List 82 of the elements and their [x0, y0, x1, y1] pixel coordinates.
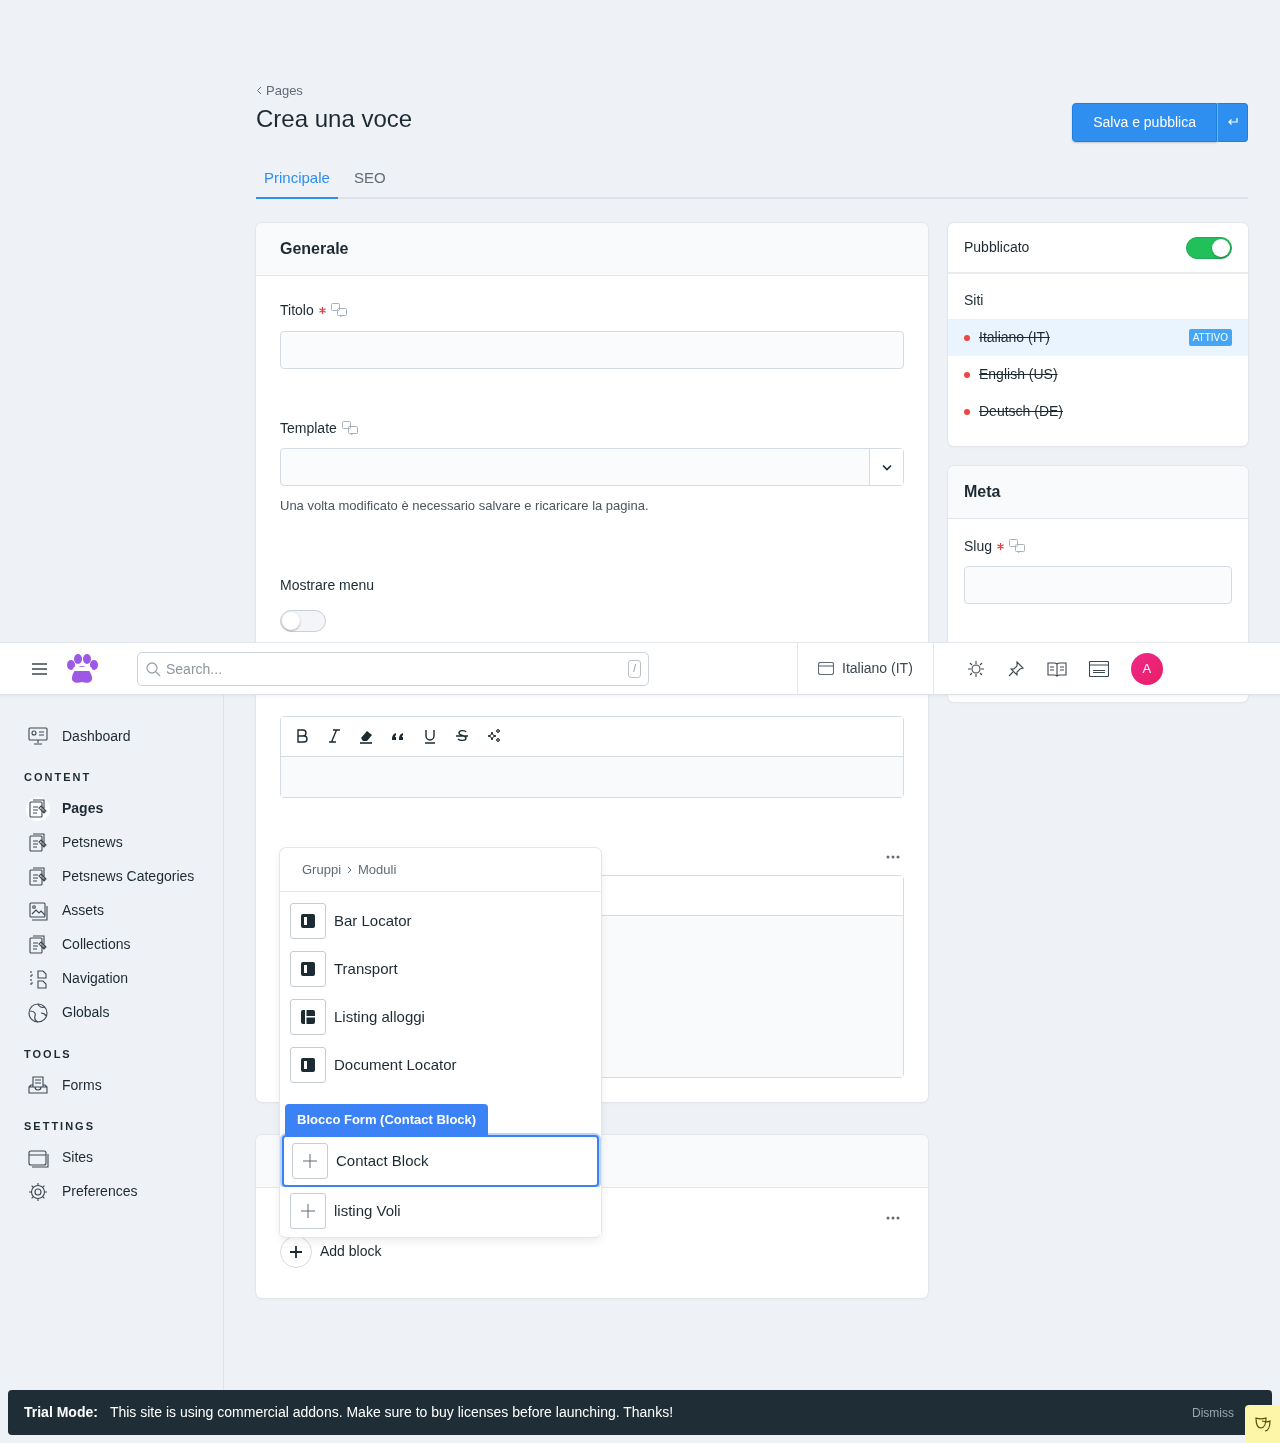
more-icon[interactable]	[886, 854, 900, 859]
column-block-icon	[300, 1057, 316, 1073]
sidebar-item[interactable]: Collections	[24, 927, 131, 962]
slug-input[interactable]	[964, 566, 1232, 605]
chevron-down-icon	[881, 463, 892, 471]
sidebar-item[interactable]: Petsnews Categories	[24, 859, 195, 894]
inbox-icon	[27, 1074, 49, 1096]
site-name: Deutsch (DE)	[979, 402, 1064, 422]
document-edit-icon	[27, 933, 49, 956]
status-badge: ATTIVO	[1188, 329, 1232, 347]
text-input[interactable]	[280, 331, 904, 370]
section-title: Meta	[964, 482, 1001, 503]
breadcrumb-item[interactable]: Moduli	[358, 859, 397, 880]
site-item[interactable]: Italiano (IT) ATTIVO	[948, 319, 1248, 357]
sidebar-item[interactable]: Navigation	[24, 961, 129, 996]
column-block-icon	[300, 913, 316, 929]
sidebar-item[interactable]: Globals	[24, 995, 110, 1030]
block-option[interactable]: Document Locator	[280, 1041, 601, 1089]
block-option[interactable]: Listing alloggi	[280, 993, 601, 1041]
plus-icon	[290, 1245, 302, 1258]
column-block-icon	[300, 961, 316, 977]
plus-icon	[302, 1153, 318, 1169]
sites-heading: Siti	[963, 291, 985, 311]
field-label: Mostrare menu	[280, 575, 375, 595]
published-label: Pubblicato	[964, 238, 1030, 258]
field-label: Titolo	[280, 301, 314, 321]
sidebar-item[interactable]: Assets	[24, 893, 104, 928]
field-label: Slug	[964, 537, 993, 557]
banner-title: Trial Mode:	[24, 1403, 98, 1422]
help-text: Una volta modificato è necessario salvare e ricaricare la pagina.	[280, 497, 650, 516]
chevron-icon	[347, 865, 353, 874]
breadcrumb-item[interactable]: Gruppi	[302, 859, 342, 880]
browser-icon	[818, 662, 834, 675]
sidebar-item[interactable]: Sites	[24, 1140, 94, 1175]
sidebar-item[interactable]: Dashboard	[24, 719, 131, 753]
image-icon	[27, 899, 49, 922]
mask-icon[interactable]	[1245, 1405, 1280, 1443]
section-heading: TOOLS	[24, 1046, 73, 1062]
banner-message: This site is using commercial addons. Make sure to buy licenses before launching. Thanks!	[109, 1403, 674, 1422]
menu-icon[interactable]	[32, 662, 47, 675]
document-edit-icon	[27, 831, 49, 854]
paw-logo[interactable]	[64, 652, 100, 685]
breadcrumb-link[interactable]: Pages	[256, 80, 303, 101]
grid-block-icon	[300, 1009, 316, 1025]
tab[interactable]: SEO	[345, 160, 394, 200]
monitor-icon	[27, 725, 49, 747]
tooltip: Blocco Form (Contact Block)	[285, 1104, 489, 1136]
site-item[interactable]: English (US)	[948, 356, 1248, 394]
block-option[interactable]: Bar Locator	[280, 897, 601, 945]
site-item[interactable]: Deutsch (DE)	[948, 393, 1248, 431]
book-icon[interactable]	[1046, 660, 1067, 677]
chevron-icon	[256, 86, 262, 95]
pin-icon[interactable]	[1006, 659, 1025, 678]
block-option[interactable]: Contact Block	[282, 1135, 599, 1187]
plus-icon	[300, 1203, 316, 1219]
globe-icon	[27, 1001, 49, 1024]
site-selector[interactable]: Italiano (IT)	[798, 642, 933, 695]
page-title: Crea una voce	[256, 105, 413, 134]
section-heading: SETTINGS	[24, 1119, 96, 1134]
shortcut-key: /	[628, 659, 641, 678]
gear-icon	[27, 1180, 49, 1203]
site-name: English (US)	[979, 365, 1058, 385]
sitemap-icon	[27, 967, 49, 990]
search-icon	[146, 661, 161, 677]
menu-toggle[interactable]	[280, 609, 326, 632]
dismiss-button[interactable]: Dismiss	[1186, 1402, 1240, 1423]
block-option[interactable]: Transport	[280, 945, 601, 993]
published-toggle[interactable]	[1186, 236, 1232, 259]
sidebar-item[interactable]: Petsnews	[24, 825, 123, 860]
document-edit-icon	[27, 865, 49, 888]
section-title: Generale	[280, 239, 349, 260]
return-arrow-button[interactable]	[1217, 102, 1248, 142]
site-name: Italiano (IT)	[979, 328, 1050, 348]
sidebar-item[interactable]: Preferences	[24, 1174, 138, 1209]
sidebar-item[interactable]: Pages	[24, 791, 104, 826]
block-option[interactable]: listing Voli	[280, 1187, 601, 1235]
more-icon[interactable]	[886, 1215, 900, 1220]
sidebar-item[interactable]: Forms	[24, 1068, 102, 1102]
user-avatar[interactable]: A	[1130, 652, 1163, 685]
section-heading: CONTENT	[24, 770, 93, 785]
document-edit-icon	[27, 797, 49, 820]
field-label: Template	[280, 419, 337, 439]
